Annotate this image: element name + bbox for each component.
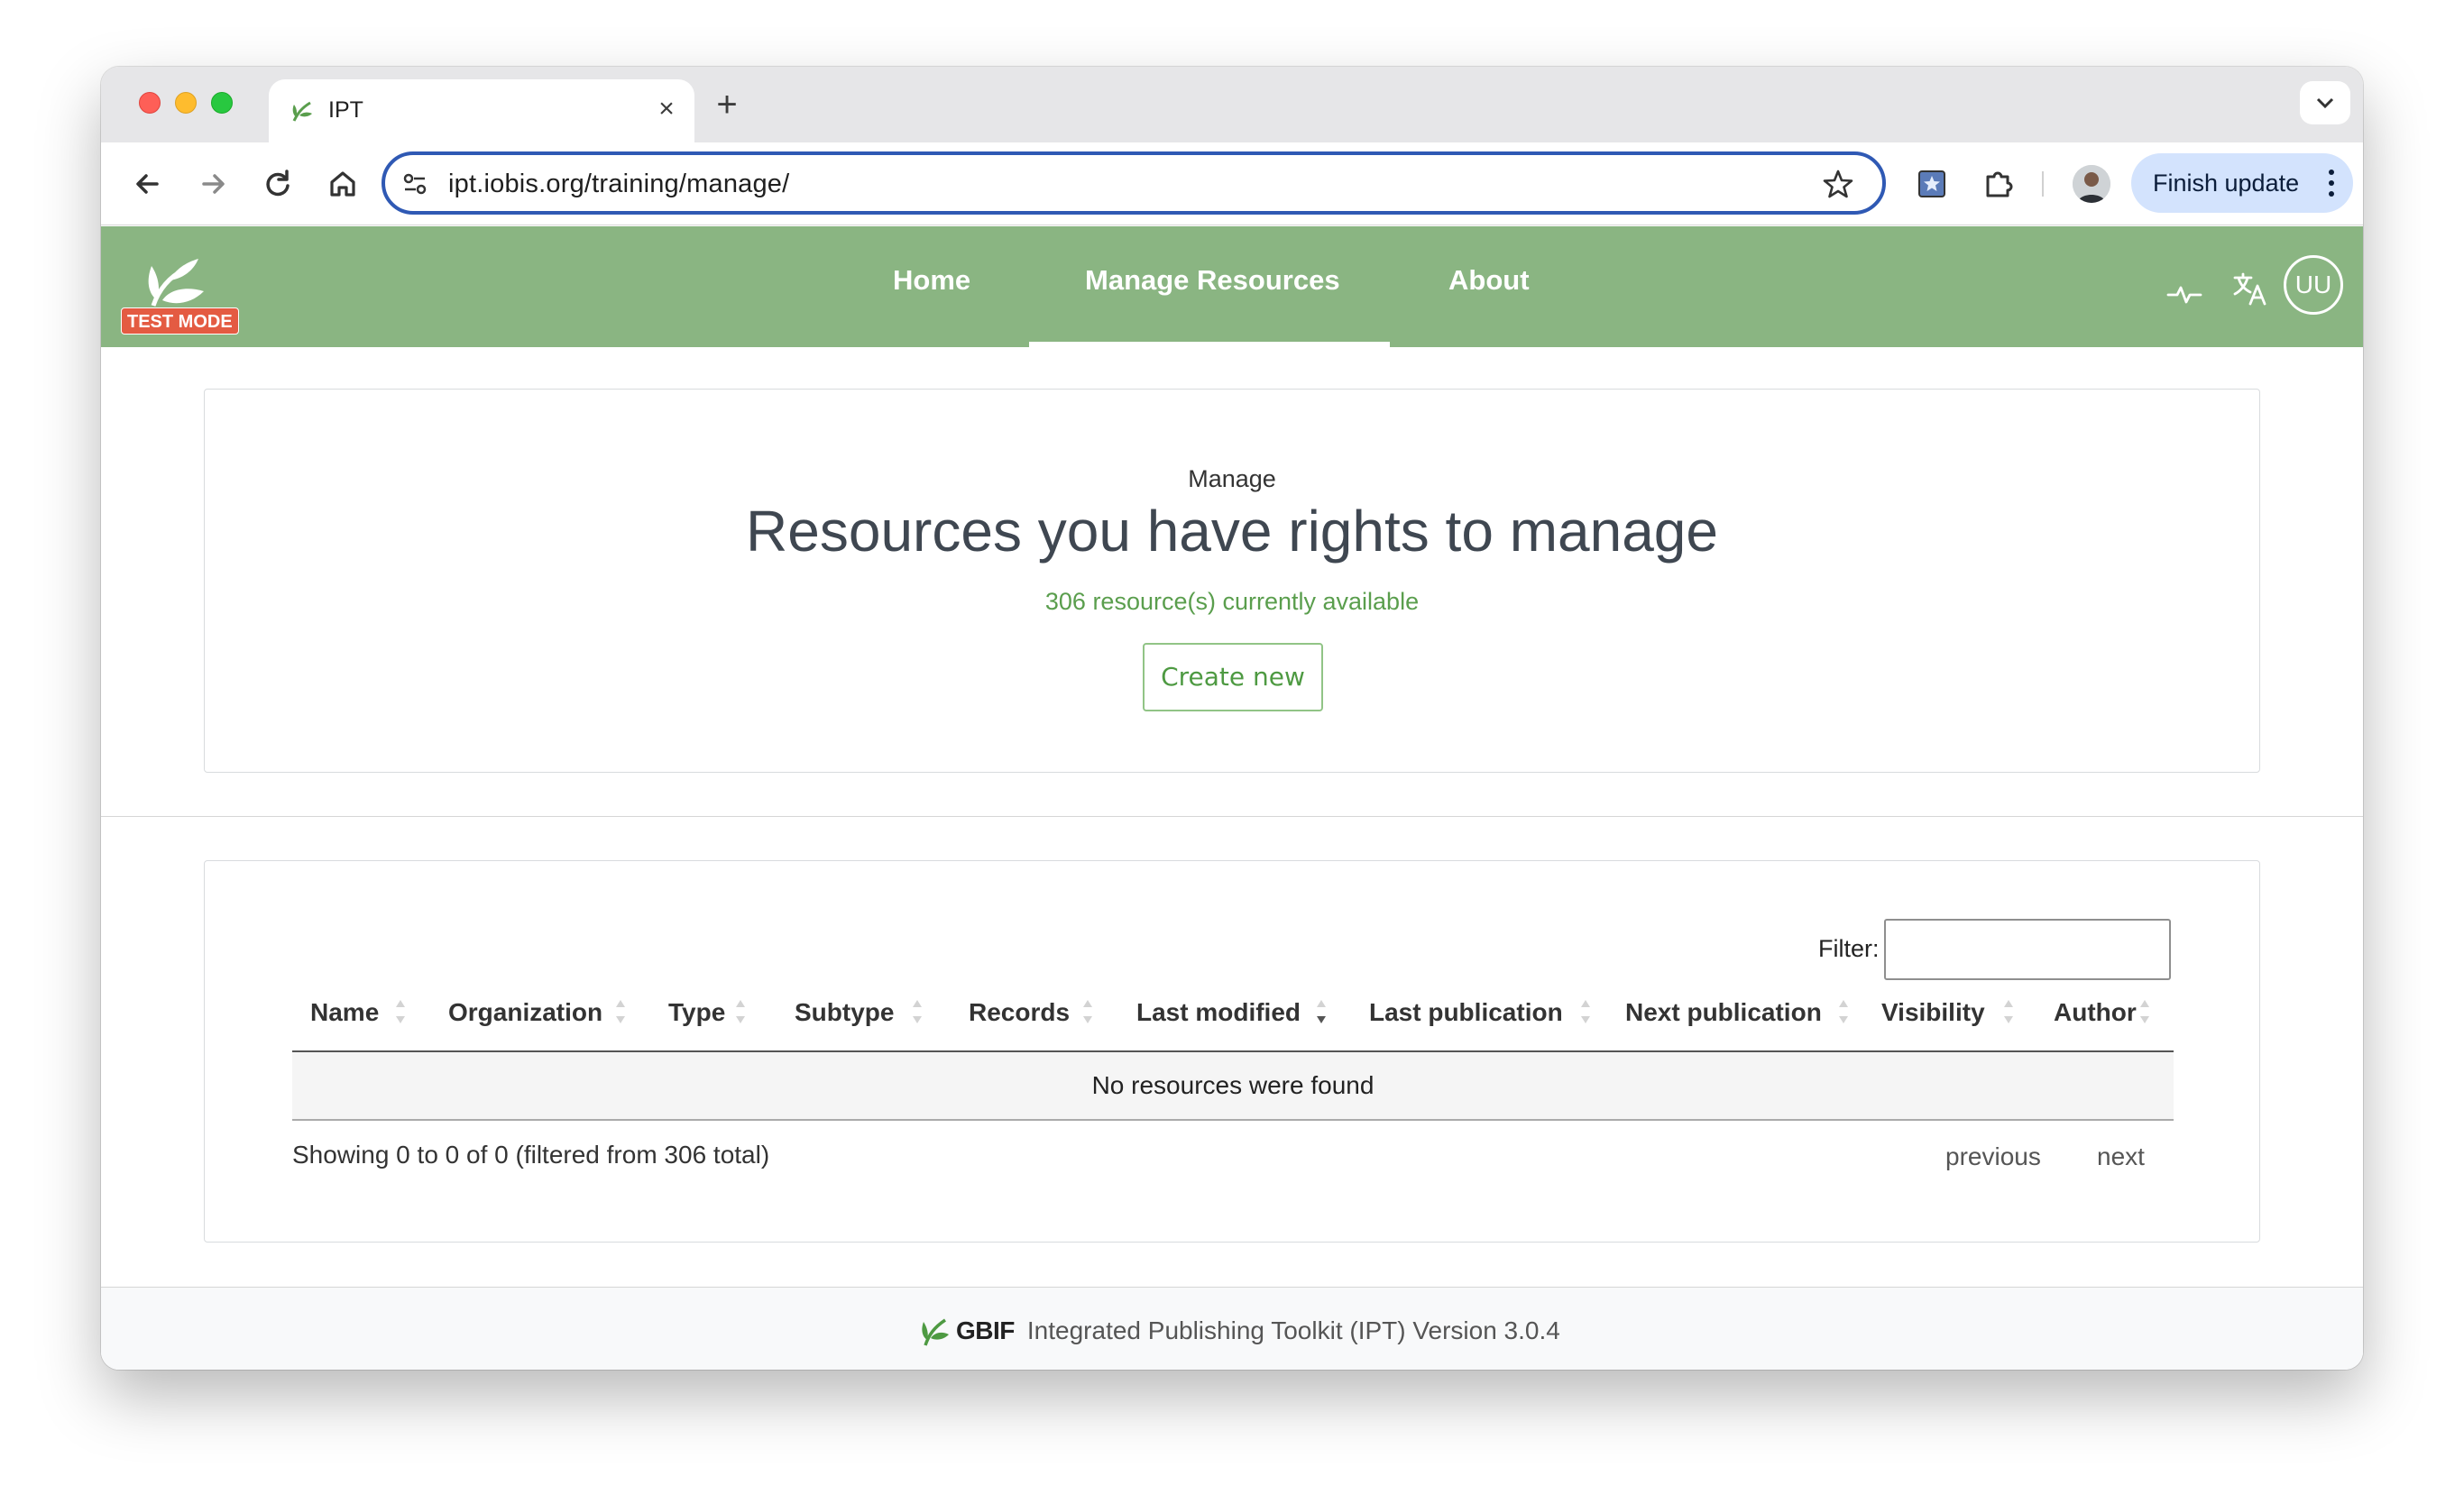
- column-header-last-modified[interactable]: Last modified: [1136, 998, 1301, 1027]
- section-eyebrow: Manage: [1188, 465, 1276, 492]
- nav-manage-resources[interactable]: Manage Resources: [1085, 264, 1340, 297]
- nav-about[interactable]: About: [1448, 264, 1530, 297]
- sort-icon[interactable]: [613, 995, 628, 1029]
- table-header-row: Name Organization Type Subtype Records L…: [292, 987, 2174, 1052]
- page-title: Resources you have rights to manage: [746, 499, 1718, 564]
- site-info-icon[interactable]: [400, 169, 430, 199]
- sort-icon[interactable]: [2001, 995, 2016, 1029]
- sort-icon[interactable]: [1578, 995, 1593, 1029]
- address-bar[interactable]: ipt.iobis.org/training/manage/: [382, 151, 1886, 215]
- maximize-window-button[interactable]: [211, 92, 233, 114]
- nav-active-indicator: [1029, 342, 1390, 347]
- column-header-records[interactable]: Records: [969, 998, 1070, 1027]
- tab-close-icon[interactable]: ×: [651, 94, 682, 124]
- tab-title: IPT: [328, 97, 363, 123]
- extension-bookmark-icon[interactable]: [1910, 162, 1954, 206]
- profile-photo-icon: [2073, 165, 2110, 203]
- forward-icon[interactable]: [191, 162, 234, 206]
- page-footer: GBIF Integrated Publishing Toolkit (IPT)…: [101, 1287, 2363, 1370]
- filter-label: Filter:: [1818, 935, 1880, 962]
- resource-count: 306 resource(s) currently available: [1044, 588, 1420, 615]
- gbif-leaf-icon: [292, 101, 312, 122]
- sort-icon[interactable]: [733, 995, 748, 1029]
- minimize-window-button[interactable]: [175, 92, 197, 114]
- column-header-subtype[interactable]: Subtype: [795, 998, 894, 1027]
- gbif-brand[interactable]: GBIF: [956, 1316, 1015, 1345]
- sort-icon[interactable]: [393, 995, 408, 1029]
- bookmark-star-icon[interactable]: [1821, 167, 1855, 201]
- close-window-button[interactable]: [139, 92, 161, 114]
- gbif-logo-icon[interactable]: [916, 1313, 952, 1349]
- resources-table-card: Filter: Name Organization Type Subtype R…: [204, 860, 2260, 1243]
- pagination-next[interactable]: next: [2097, 1142, 2145, 1171]
- column-header-last-publication[interactable]: Last publication: [1369, 998, 1563, 1027]
- chevron-down-icon: [2316, 97, 2334, 109]
- page-content: TEST MODE Home Manage Resources About UU…: [101, 226, 2363, 1370]
- footer-content: GBIF Integrated Publishing Toolkit (IPT)…: [916, 1313, 1560, 1349]
- more-vert-icon: [2329, 170, 2334, 197]
- extensions-puzzle-icon[interactable]: [1977, 162, 2020, 206]
- finish-update-label: Finish update: [2153, 170, 2300, 197]
- filter-input[interactable]: [1884, 919, 2171, 980]
- create-new-button[interactable]: Create new: [1143, 643, 1323, 711]
- health-pulse-icon[interactable]: [2166, 275, 2202, 311]
- test-mode-badge: TEST MODE: [121, 307, 239, 335]
- site-navbar: TEST MODE Home Manage Resources About UU: [101, 226, 2363, 347]
- column-header-next-publication[interactable]: Next publication: [1625, 998, 1822, 1027]
- profile-avatar[interactable]: [2073, 165, 2110, 203]
- back-icon[interactable]: [126, 162, 170, 206]
- browser-window: IPT × + ipt.iobis.org/training/manage/ F…: [101, 67, 2363, 1370]
- column-header-organization[interactable]: Organization: [448, 998, 602, 1027]
- finish-update-button[interactable]: Finish update: [2131, 153, 2353, 213]
- table-info: Showing 0 to 0 of 0 (filtered from 306 t…: [292, 1141, 770, 1169]
- tab-strip: IPT × +: [101, 67, 2363, 142]
- column-header-name[interactable]: Name: [310, 998, 379, 1027]
- table-empty-row: No resources were found: [292, 1052, 2174, 1121]
- browser-tab-active[interactable]: IPT ×: [269, 79, 694, 142]
- sort-descending-icon[interactable]: [1314, 995, 1329, 1029]
- language-translate-icon[interactable]: [2231, 270, 2269, 307]
- tab-search-button[interactable]: [2300, 81, 2350, 124]
- section-divider: [101, 816, 2363, 817]
- home-icon[interactable]: [321, 162, 364, 206]
- toolbar-separator: [2042, 171, 2044, 197]
- sort-icon[interactable]: [910, 995, 924, 1029]
- url-text[interactable]: ipt.iobis.org/training/manage/: [448, 170, 789, 199]
- manage-header-card: Manage Resources you have rights to mana…: [204, 389, 2260, 773]
- column-header-author[interactable]: Author: [2054, 998, 2137, 1027]
- column-header-type[interactable]: Type: [668, 998, 725, 1027]
- new-tab-button[interactable]: +: [707, 87, 747, 126]
- sort-icon[interactable]: [2138, 995, 2152, 1029]
- browser-toolbar: ipt.iobis.org/training/manage/ Finish up…: [101, 142, 2363, 225]
- reload-icon[interactable]: [256, 162, 299, 206]
- nav-home[interactable]: Home: [893, 264, 970, 297]
- sort-icon[interactable]: [1080, 995, 1095, 1029]
- pagination-previous[interactable]: previous: [1945, 1142, 2041, 1171]
- footer-version-text: Integrated Publishing Toolkit (IPT) Vers…: [1026, 1316, 1560, 1344]
- sort-icon[interactable]: [1836, 995, 1851, 1029]
- user-menu-avatar[interactable]: UU: [2284, 255, 2343, 315]
- column-header-visibility[interactable]: Visibility: [1881, 998, 1985, 1027]
